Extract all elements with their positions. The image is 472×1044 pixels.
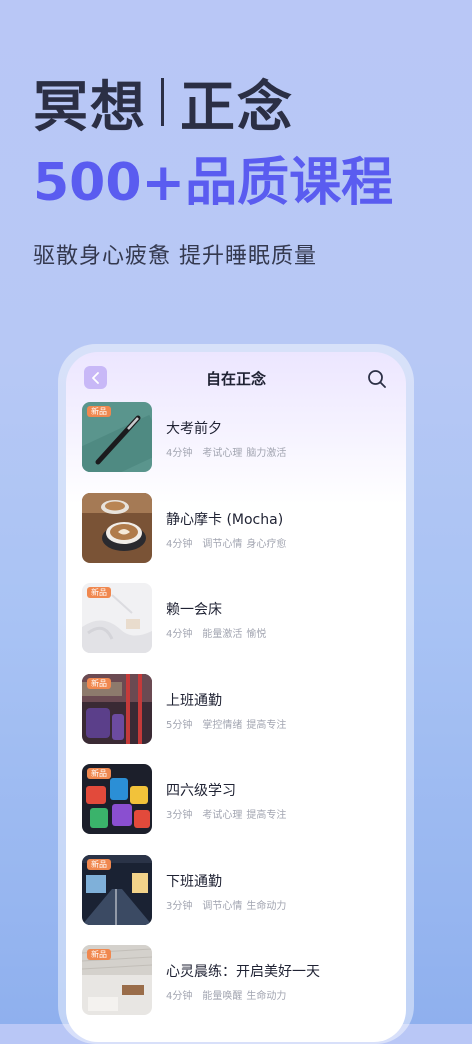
course-meta: 4分钟 能量激活 愉悦 [166,625,270,640]
course-duration: 3分钟 [166,810,193,821]
hero-headline: 500+品质课程 [33,153,394,213]
hero-title-part2: 正念 [180,75,295,139]
course-tag: 生命动力 [246,991,287,1002]
course-title: 四六级学习 [166,783,236,799]
course-title: 上班通勤 [166,692,222,709]
course-tag: 能量激活 [202,629,243,640]
course-tag: 脑力激活 [246,448,287,459]
course-thumbnail: 新品 [82,764,152,834]
course-item[interactable]: 新品 上班通勤 5分钟 掌控情绪 提高专注 [82,673,406,765]
course-duration: 4分钟 [166,448,193,459]
course-title: 赖一会床 [166,602,222,618]
course-item[interactable]: 新品 大考前夕 4分钟 考试心理 脑力激活 [82,402,406,493]
app-screen: 自在正念 新品 大考前夕 4分钟 考试心理 脑力激活 静心摩卡 (Mocha) … [66,352,406,1042]
course-tag: 调节心情 [202,538,243,550]
course-thumbnail: 新品 [82,673,152,744]
course-meta: 4分钟 调节心情 身心疗愈 [166,535,290,550]
course-item[interactable]: 新品 心灵晨练：开启美好一天 4分钟 能量唤醒 生命动力 [82,945,406,1036]
hero-title: 冥想 正念 [33,62,294,142]
hero-title-divider [161,78,165,126]
course-duration: 3分钟 [166,900,193,912]
course-tag: 身心疗愈 [246,538,287,550]
new-badge: 新品 [87,768,111,779]
new-badge: 新品 [87,858,111,870]
course-meta: 5分钟 掌控情绪 提高专注 [166,716,290,731]
new-badge: 新品 [87,406,111,417]
course-meta: 4分钟 考试心理 脑力激活 [166,444,290,459]
course-item[interactable]: 新品 赖一会床 4分钟 能量激活 愉悦 [82,583,406,674]
new-badge: 新品 [87,949,111,960]
app-title: 自在正念 [205,370,266,388]
hero-subtitle: 驱散身心疲惫 提升睡眠质量 [33,244,317,269]
course-title: 心灵晨练：开启美好一天 [166,964,320,980]
course-duration: 4分钟 [166,991,193,1002]
course-list: 新品 大考前夕 4分钟 考试心理 脑力激活 静心摩卡 (Mocha) 4分钟 调… [82,402,406,1036]
course-thumbnail: 新品 [82,854,152,925]
new-badge: 新品 [87,677,111,689]
course-item[interactable]: 静心摩卡 (Mocha) 4分钟 调节心情 身心疗愈 [82,492,406,584]
course-title: 大考前夕 [166,421,222,437]
search-button[interactable] [366,368,388,390]
course-tag: 考试心理 [202,448,243,459]
course-tag: 考试心理 [202,810,243,821]
course-tag: 掌控情绪 [202,719,243,731]
new-badge: 新品 [87,587,111,598]
course-title: 静心摩卡 (Mocha) [166,511,284,528]
course-meta: 3分钟 调节心情 生命动力 [166,897,290,912]
course-duration: 4分钟 [166,629,193,640]
course-tag: 生命动力 [246,900,287,912]
course-thumbnail: 新品 [82,583,152,653]
course-thumbnail: 新品 [82,945,152,1015]
course-tag: 提高专注 [246,810,287,821]
app-header: 自在正念 [66,352,406,406]
course-duration: 4分钟 [166,538,193,550]
course-meta: 3分钟 考试心理 提高专注 [166,806,290,821]
course-duration: 5分钟 [166,719,193,731]
course-title: 下班通勤 [166,873,222,890]
course-item[interactable]: 新品 四六级学习 3分钟 考试心理 提高专注 [82,764,406,855]
course-tag: 能量唤醒 [202,991,243,1002]
course-thumbnail: 新品 [82,402,152,472]
course-item[interactable]: 新品 下班通勤 3分钟 调节心情 生命动力 [82,854,406,946]
course-tag: 愉悦 [246,629,267,640]
course-tag: 提高专注 [246,719,287,731]
hero-title-part1: 冥想 [33,75,148,139]
search-icon [368,370,386,388]
course-thumbnail [82,492,152,563]
course-tag: 调节心情 [202,900,243,912]
course-meta: 4分钟 能量唤醒 生命动力 [166,987,290,1002]
